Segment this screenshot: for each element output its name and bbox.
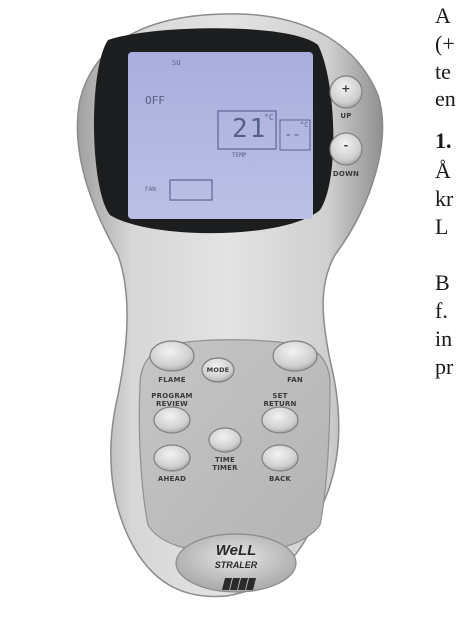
set-return-button[interactable] [262, 407, 298, 433]
minus-icon: - [343, 139, 349, 152]
lcd-set-temperature: 21 [232, 114, 268, 144]
back-button[interactable] [262, 445, 298, 471]
time-label: TIME [215, 456, 235, 464]
remote-body-graphic [76, 13, 384, 598]
lcd-mode-text: OFF [145, 94, 165, 107]
down-label: DOWN [332, 170, 360, 178]
brand-logo-subtext: STRALER [214, 560, 258, 570]
lcd-indicator: SU [172, 59, 181, 67]
up-label: UP [340, 112, 352, 120]
fan-label: FAN [287, 376, 303, 384]
mode-label: MODE [206, 366, 230, 374]
lcd-room-unit: °C [300, 121, 309, 129]
flame-label: FLAME [158, 376, 186, 384]
ahead-label: AHEAD [157, 475, 187, 483]
time-timer-button[interactable] [209, 428, 241, 452]
ahead-button[interactable] [154, 445, 190, 471]
plus-icon: + [341, 82, 351, 95]
program-review-button[interactable] [154, 407, 190, 433]
lcd-set-unit: °C [264, 113, 274, 122]
brand-logo: WeLL [215, 542, 257, 559]
lcd-fan-label: FAN [145, 186, 156, 193]
lcd-temp-label: TEMP [232, 152, 247, 159]
timer-label: TIMER [212, 464, 238, 472]
flame-button[interactable] [150, 341, 194, 371]
program-label: PROGRAM [151, 392, 193, 400]
set-label: SET [272, 392, 288, 400]
back-label: BACK [268, 475, 292, 483]
remote-control: SU OFF 21 °C -- °C TEMP FAN + UP - DOWN … [0, 0, 459, 634]
fan-button[interactable] [273, 341, 317, 371]
lcd-room-temperature: -- [284, 127, 301, 143]
